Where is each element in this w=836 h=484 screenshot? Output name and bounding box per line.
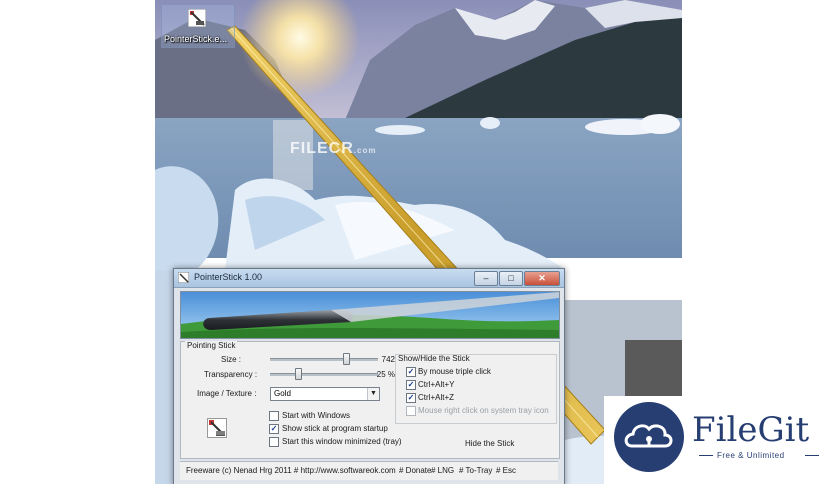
filegit-logo: FileGit Free & Unlimited xyxy=(604,396,836,484)
texture-label: Image / Texture : xyxy=(197,389,257,398)
preview-banner xyxy=(180,291,560,339)
tray-right-click-label: Mouse right click on system tray icon xyxy=(418,406,549,415)
cloud-lock-icon xyxy=(624,424,673,448)
filegit-name: FileGit xyxy=(692,410,810,450)
hide-stick-button[interactable]: Hide the Stick xyxy=(465,439,514,448)
desktop-icon-pointerstick[interactable]: PointerStick.e... xyxy=(161,4,235,48)
window-app-icon xyxy=(178,272,189,283)
tagline-rule-left xyxy=(699,455,713,456)
start-with-windows-label: Start with Windows xyxy=(282,411,351,420)
ctrl-alt-y-checkbox[interactable]: ✓ xyxy=(406,380,416,390)
ctrl-alt-z-checkbox[interactable]: ✓ xyxy=(406,393,416,403)
start-with-windows-checkbox[interactable] xyxy=(269,411,279,421)
status-bar: Freeware (c) Nenad Hrg 2011 # http://www… xyxy=(180,461,558,480)
ctrl-alt-z-label: Ctrl+Alt+Z xyxy=(418,393,455,402)
to-tray-link[interactable]: # To-Tray xyxy=(459,466,492,475)
texture-select[interactable]: Gold ▼ xyxy=(270,387,380,401)
filegit-logo-circle xyxy=(614,402,684,472)
transparency-slider[interactable] xyxy=(270,368,378,380)
pointerstick-logo-icon xyxy=(207,418,227,438)
show-stick-startup-checkbox[interactable]: ✓ xyxy=(269,424,279,434)
show-hide-title: Show/Hide the Stick xyxy=(398,354,470,363)
window-title: PointerStick 1.00 xyxy=(194,272,263,282)
desktop-icon-label: PointerStick.e... xyxy=(164,34,228,44)
desktop-scene: PointerStick.e... FILECR.com PointerStic… xyxy=(155,0,682,484)
size-slider-thumb[interactable] xyxy=(342,353,350,365)
transparency-value: 25 % xyxy=(376,370,395,379)
transparency-label: Transparency : xyxy=(204,370,258,379)
size-value: 742 xyxy=(381,355,395,364)
maximize-button[interactable]: □ xyxy=(499,271,523,286)
pointing-stick-section-title: Pointing Stick xyxy=(185,341,238,350)
language-link[interactable]: # LNG xyxy=(431,466,454,475)
tray-right-click-checkbox[interactable] xyxy=(406,406,416,416)
chevron-down-icon[interactable]: ▼ xyxy=(367,388,379,400)
copyright-link[interactable]: Freeware (c) Nenad Hrg 2011 # http://www… xyxy=(186,466,396,475)
start-minimized-checkbox[interactable] xyxy=(269,437,279,447)
show-stick-startup-label: Show stick at program startup xyxy=(282,424,388,433)
watermark-suffix: .com xyxy=(353,146,377,155)
stick-preview-image xyxy=(181,292,559,338)
watermark-name: FILECR xyxy=(290,140,354,157)
size-label: Size : xyxy=(221,355,242,364)
pointerstick-app-icon xyxy=(188,9,206,27)
ctrl-alt-y-label: Ctrl+Alt+Y xyxy=(418,380,455,389)
esc-link[interactable]: # Esc xyxy=(496,466,516,475)
close-button[interactable]: ✕ xyxy=(524,271,560,286)
minimize-button[interactable]: – xyxy=(474,271,498,286)
transparency-slider-thumb[interactable] xyxy=(295,368,303,380)
title-bar[interactable]: PointerStick 1.00 – □ ✕ xyxy=(174,269,564,288)
show-hide-group: Show/Hide the Stick ✓ By mouse triple cl… xyxy=(395,354,557,424)
transparency-slider-track xyxy=(270,373,378,376)
size-slider[interactable] xyxy=(270,353,378,365)
donate-link[interactable]: # Donate xyxy=(399,466,431,475)
filecr-watermark: FILECR.com xyxy=(290,140,376,158)
filegit-tagline: Free & Unlimited xyxy=(717,451,785,460)
settings-panel: Pointing Stick Size : 742 Transparency :… xyxy=(180,341,560,459)
triple-click-label: By mouse triple click xyxy=(418,367,491,376)
texture-selected: Gold xyxy=(274,389,291,398)
start-minimized-label: Start this window minimized (tray) xyxy=(282,437,402,446)
tagline-rule-right xyxy=(805,455,819,456)
size-slider-track xyxy=(270,358,378,361)
pointerstick-window: PointerStick 1.00 – □ ✕ Pointing Stick S… xyxy=(173,268,565,484)
triple-click-checkbox[interactable]: ✓ xyxy=(406,367,416,377)
